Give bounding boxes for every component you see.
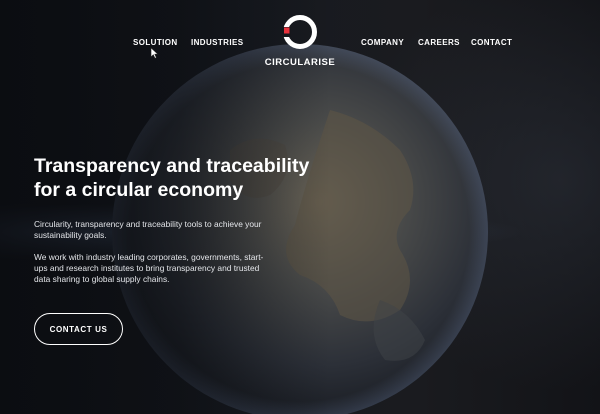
- hero-title-line-2: for a circular economy: [34, 179, 244, 201]
- contact-us-button[interactable]: CONTACT US: [34, 313, 123, 345]
- hero-paragraph-2: We work with industry leading corporates…: [34, 252, 264, 284]
- logo-text: CIRCULARISE: [264, 57, 336, 68]
- nav-solution[interactable]: SOLUTION: [133, 38, 178, 47]
- site-logo[interactable]: CIRCULARISE: [263, 14, 337, 72]
- nav-company[interactable]: COMPANY: [361, 38, 404, 47]
- circularise-logo-icon: [282, 15, 317, 49]
- nav-careers[interactable]: CAREERS: [418, 38, 460, 47]
- nav-industries[interactable]: INDUSTRIES: [191, 38, 243, 47]
- hero-paragraph-1: Circularity, transparency and traceabili…: [34, 219, 262, 240]
- hero-title-line-1: Transparency and traceability: [34, 155, 310, 177]
- hero-title: Transparency and traceability for a circ…: [34, 154, 314, 202]
- nav-contact[interactable]: CONTACT: [471, 38, 512, 47]
- mouse-pointer-icon: [150, 47, 159, 59]
